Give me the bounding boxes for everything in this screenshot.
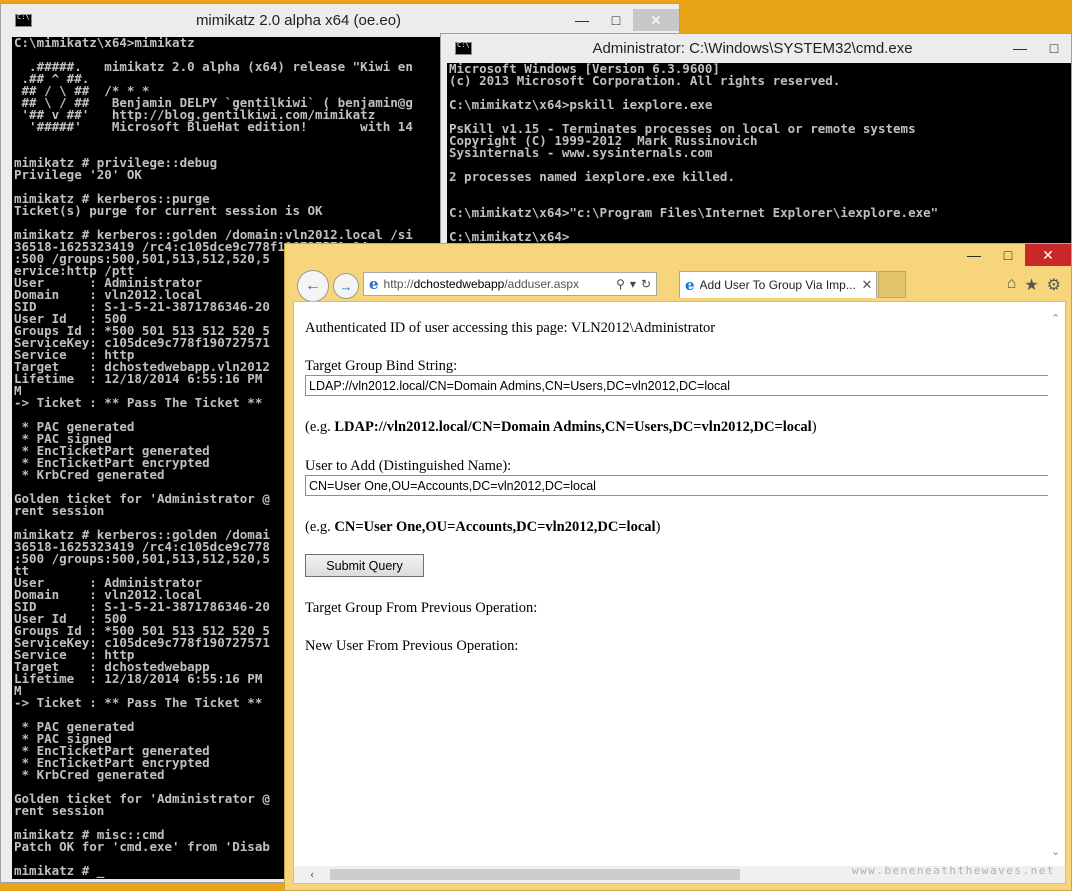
minimize-button[interactable]: —	[957, 244, 991, 266]
cmd-titlebar[interactable]: Administrator: C:\Windows\SYSTEM32\cmd.e…	[441, 34, 1071, 62]
close-button[interactable]: ✕	[633, 9, 679, 31]
submit-query-button[interactable]: Submit Query	[305, 554, 424, 577]
ie-logo-icon: e	[685, 276, 695, 294]
ie-titlebar[interactable]: — □ ✕	[285, 244, 1071, 268]
ie-logo-icon: e	[369, 275, 379, 293]
console-line: Sysinternals - www.sysinternals.com	[449, 145, 713, 160]
user-dn-input[interactable]: CN=User One,OU=Accounts,DC=vln2012,DC=lo…	[305, 475, 1065, 496]
previous-user-label: New User From Previous Operation:	[305, 638, 519, 654]
tab-close-icon[interactable]: ✕	[858, 277, 876, 293]
close-icon: ✕	[650, 11, 662, 28]
close-button[interactable]: ✕	[1025, 244, 1071, 266]
minimize-icon: —	[1013, 40, 1027, 56]
forward-arrow-icon: →	[339, 278, 353, 294]
scroll-down-icon[interactable]: ⌄	[1051, 845, 1060, 858]
maximize-icon: □	[611, 12, 621, 28]
close-icon: ✕	[1042, 246, 1054, 263]
search-icon[interactable]: ⚲	[616, 277, 625, 291]
address-url[interactable]: http://dchostedwebapp/adduser.aspx	[384, 277, 617, 291]
tab-title: Add User To Group Via Imp...	[699, 278, 856, 292]
maximize-button[interactable]: □	[599, 9, 633, 31]
horizontal-scroll-thumb[interactable]	[330, 869, 740, 880]
console-app-icon[interactable]	[455, 41, 472, 55]
minimize-button[interactable]: —	[1003, 37, 1037, 59]
minimize-icon: —	[575, 12, 589, 28]
home-icon[interactable]: ⌂	[1007, 275, 1017, 295]
maximize-icon: □	[1003, 247, 1013, 263]
cmd-console-output[interactable]: Microsoft Windows [Version 6.3.9600] (c) …	[447, 63, 1071, 252]
gear-icon[interactable]: ⚙	[1047, 275, 1061, 295]
page-content: Authenticated ID of user accessing this …	[293, 301, 1066, 884]
group-bind-input[interactable]: LDAP://vln2012.local/CN=Domain Admins,CN…	[305, 375, 1065, 396]
maximize-button[interactable]: □	[1037, 37, 1071, 59]
new-tab-button[interactable]	[878, 271, 906, 298]
back-button[interactable]: ←	[297, 270, 329, 302]
console-line: 2 processes named iexplore.exe killed.	[449, 169, 735, 184]
authenticated-id-text: Authenticated ID of user accessing this …	[305, 320, 716, 336]
maximize-button[interactable]: □	[991, 244, 1025, 266]
forward-button[interactable]: →	[333, 273, 359, 299]
console-line: C:\mimikatz\x64>	[449, 229, 570, 244]
ie-browser-window[interactable]: — □ ✕ ← → e http://dchostedwebapp/adduse…	[284, 243, 1072, 891]
minimize-button[interactable]: —	[565, 9, 599, 31]
chevron-down-icon[interactable]: ▾	[630, 277, 636, 291]
cmd-window-title: Administrator: C:\Windows\SYSTEM32\cmd.e…	[592, 39, 913, 57]
scroll-left-icon[interactable]: ‹	[310, 866, 314, 882]
minimize-icon: —	[967, 247, 981, 263]
ie-navigation-bar: ← → e http://dchostedwebapp/adduser.aspx…	[285, 268, 1071, 302]
address-bar[interactable]: e http://dchostedwebapp/adduser.aspx ⚲ ▾…	[363, 272, 657, 296]
scroll-up-icon[interactable]: ⌃	[1051, 312, 1060, 325]
refresh-icon[interactable]: ↻	[641, 277, 651, 291]
group-bind-label: Target Group Bind String:	[305, 358, 458, 374]
group-bind-example: (e.g. LDAP://vln2012.local/CN=Domain Adm…	[305, 419, 817, 435]
console-line: C:\mimikatz\x64>pskill iexplore.exe	[449, 97, 713, 112]
star-icon[interactable]: ★	[1024, 275, 1038, 295]
console-app-icon[interactable]	[15, 13, 32, 27]
console-line: C:\mimikatz\x64>"c:\Program Files\Intern…	[449, 205, 939, 220]
back-arrow-icon: ←	[305, 277, 321, 294]
user-dn-example: (e.g. CN=User One,OU=Accounts,DC=vln2012…	[305, 519, 661, 535]
watermark: www.beneneaththewaves.net	[851, 864, 1055, 877]
console-line: (c) 2013 Microsoft Corporation. All righ…	[449, 73, 841, 88]
mimikatz-titlebar[interactable]: mimikatz 2.0 alpha x64 (oe.eo) — □ ✕	[1, 4, 679, 36]
mimikatz-window-title: mimikatz 2.0 alpha x64 (oe.eo)	[195, 11, 402, 29]
user-dn-label: User to Add (Distinguished Name):	[305, 458, 512, 474]
vertical-scrollbar[interactable]: ⌃ ⌄	[1048, 302, 1065, 866]
tab-add-user[interactable]: e Add User To Group Via Imp... ✕	[679, 271, 877, 298]
cmd-console-window[interactable]: Administrator: C:\Windows\SYSTEM32\cmd.e…	[440, 33, 1072, 253]
maximize-icon: □	[1049, 40, 1059, 56]
previous-group-label: Target Group From Previous Operation:	[305, 600, 538, 616]
